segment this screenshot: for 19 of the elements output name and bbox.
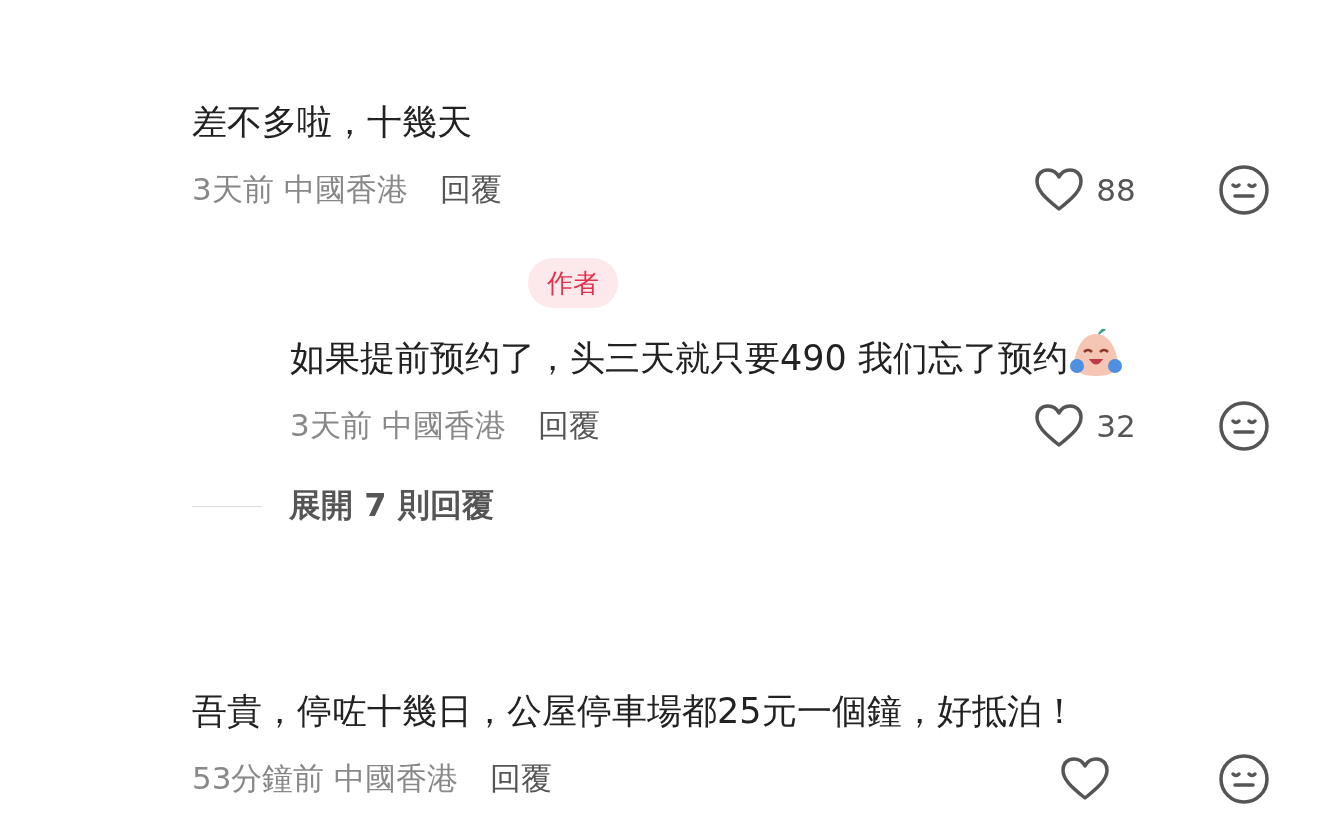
- comment-meta: 3天前 中國香港: [192, 170, 408, 209]
- like-count: 32: [1096, 408, 1136, 444]
- heart-icon[interactable]: [1034, 167, 1085, 213]
- author-badge: 作者: [528, 258, 618, 308]
- heart-icon[interactable]: [1060, 756, 1110, 802]
- like-count: 88: [1096, 172, 1136, 208]
- expand-replies-link[interactable]: 展開 7 則回覆: [289, 484, 494, 528]
- heart-icon[interactable]: [1034, 403, 1085, 449]
- comment-text: 吾貴，停咗十幾日，公屋停車場都25元一個鐘，好抵泊！: [192, 690, 1078, 733]
- comment-text: 如果提前预约了，头三天就只要490 我们忘了预约: [290, 326, 1270, 382]
- neutral-face-icon[interactable]: [1218, 164, 1270, 216]
- neutral-face-icon[interactable]: [1218, 753, 1270, 804]
- neutral-face-icon[interactable]: [1218, 400, 1270, 452]
- reply-link[interactable]: 回覆: [490, 758, 553, 800]
- comment-text: 差不多啦，十幾天: [192, 101, 473, 144]
- comment-meta: 3天前 中國香港: [290, 406, 506, 445]
- reply-link[interactable]: 回覆: [439, 169, 502, 211]
- reply-link[interactable]: 回覆: [537, 405, 600, 447]
- comment-meta: 53分鐘前 中國香港: [192, 759, 459, 798]
